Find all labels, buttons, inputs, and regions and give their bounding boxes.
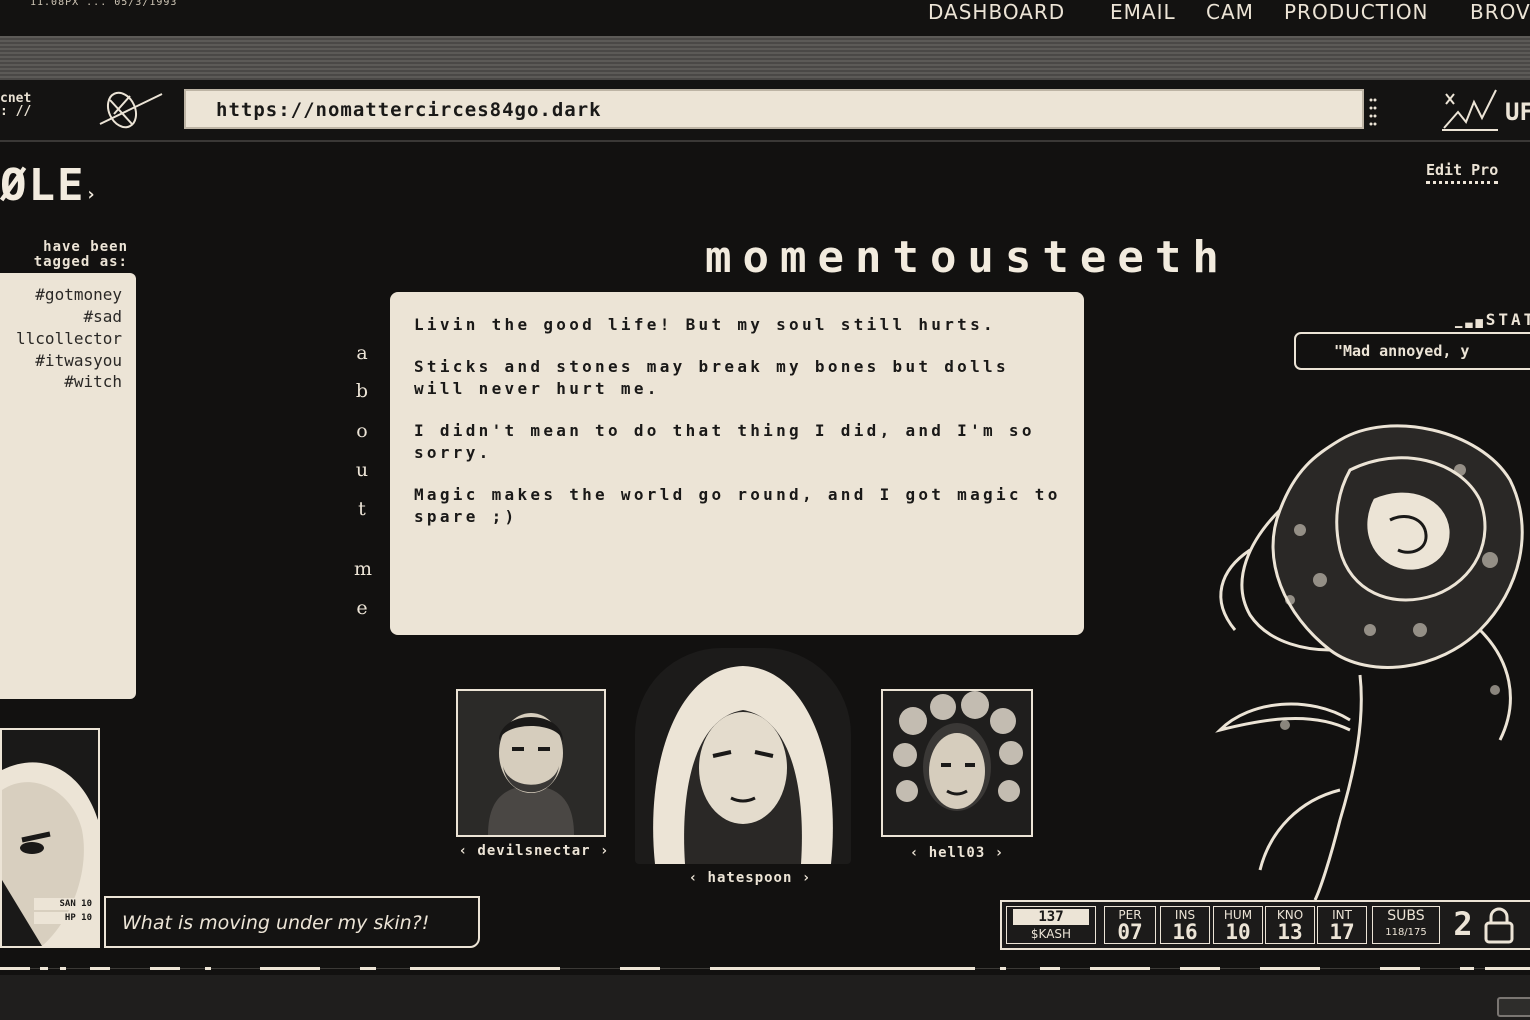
stat-kno: KNO 13 — [1265, 906, 1315, 944]
about-paragraph: I didn't mean to do that thing I did, an… — [414, 421, 1035, 462]
friend-name-label[interactable]: ‹ devilsnectar › — [456, 843, 612, 859]
tag-item[interactable]: #sad — [83, 307, 122, 326]
corner-button[interactable] — [1497, 997, 1530, 1017]
nav-email[interactable]: EMAIL — [1110, 0, 1176, 24]
curly-hair-woman-portrait-icon — [883, 691, 1031, 835]
subs-counter: SUBS 118/175 — [1372, 906, 1440, 944]
man-portrait-icon — [458, 691, 604, 835]
cash-value: 137 — [1013, 909, 1089, 925]
stat-value: 10 — [1225, 920, 1251, 944]
network-label: cnet : // — [0, 92, 31, 118]
bottom-strip — [0, 975, 1530, 1020]
hooded-woman-portrait-icon — [653, 666, 833, 864]
site-logo-suffix: › — [85, 184, 99, 205]
status-bubble: "Mad annoyed, y — [1294, 332, 1530, 370]
scanline-band — [0, 36, 1530, 80]
upload-sketch-icon[interactable] — [1438, 84, 1502, 132]
nav-browser[interactable]: BROV — [1470, 0, 1530, 24]
tag-item[interactable]: llcollector — [16, 329, 122, 348]
about-me-panel: Livin the good life! But my soul still h… — [390, 292, 1084, 635]
status-heading-text: STAT — [1485, 310, 1530, 329]
tagged-heading-line1: have been — [43, 239, 128, 255]
about-label-letter: b — [355, 380, 369, 402]
subs-value: 118/175 — [1385, 927, 1427, 938]
sanity-stat: SAN 10 — [34, 898, 96, 910]
stat-hum: HUM 10 — [1213, 906, 1263, 944]
upload-label[interactable]: UF — [1505, 98, 1530, 126]
subs-label: SUBS — [1387, 908, 1425, 924]
about-label-letter: m — [354, 558, 373, 580]
tagged-heading: have been tagged as: — [0, 240, 128, 270]
nav-cam[interactable]: CAM — [1206, 0, 1254, 24]
site-logo-text: ØLE — [0, 160, 86, 211]
cash-label: $KASH — [1030, 927, 1072, 941]
friend-avatar-hatespoon[interactable] — [635, 648, 851, 864]
about-label-letter: u — [355, 459, 369, 481]
level-value: 2 — [1453, 905, 1473, 943]
rose-illustration — [1215, 424, 1524, 900]
scribble-logo-icon[interactable] — [96, 84, 166, 134]
about-paragraph: Livin the good life! But my soul still h… — [414, 315, 996, 334]
hp-stat: HP 10 — [34, 912, 96, 924]
signal-bars-icon: ▁▃▅ — [1455, 314, 1486, 328]
level-indicator: 2 — [1448, 906, 1478, 944]
dialogue-box: What is moving under my skin?! — [104, 896, 480, 948]
friend-avatar-hell03[interactable] — [881, 689, 1033, 837]
about-label-letter: o — [356, 420, 368, 442]
stat-value: 17 — [1329, 920, 1355, 944]
friend-name-label[interactable]: ‹ hatespoon › — [672, 870, 828, 886]
friend-name-label[interactable]: ‹ hell03 › — [881, 845, 1033, 861]
friend-avatar-devilsnectar[interactable] — [456, 689, 606, 837]
tagged-heading-line2: tagged as: — [33, 254, 128, 270]
edit-profile-link[interactable]: Edit Pro — [1426, 161, 1499, 184]
nav-dashboard[interactable]: DASHBOARD — [928, 0, 1065, 24]
tag-item[interactable]: #witch — [64, 372, 122, 391]
stat-value: 13 — [1277, 920, 1303, 944]
nav-production[interactable]: PRODUCTION — [1284, 0, 1429, 24]
about-label-letter: e — [356, 597, 368, 619]
stat-ins: INS 16 — [1160, 906, 1210, 944]
about-label-letter: t — [358, 498, 366, 520]
lock-icon[interactable] — [1482, 906, 1516, 944]
tag-item[interactable]: #itwasyou — [35, 351, 122, 370]
profile-name: momentousteeth — [705, 232, 1230, 283]
stat-int: INT 17 — [1317, 906, 1367, 944]
site-logo: ØLE› — [0, 160, 98, 211]
tag-panel: #gotmoney #sad llcollector #itwasyou #wi… — [0, 273, 136, 699]
stat-value: 07 — [1117, 920, 1143, 944]
tag-item[interactable]: #gotmoney — [35, 285, 122, 304]
url-address-input[interactable]: https://nomattercirces84go.dark — [184, 89, 1364, 129]
top-status-text: 11.08PX ... 05/3/1993 — [30, 0, 178, 8]
drag-handle-icon[interactable] — [1368, 96, 1378, 126]
stat-value: 16 — [1172, 920, 1198, 944]
about-paragraph: Sticks and stones may break my bones but… — [414, 357, 1009, 398]
status-heading: ▁▃▅STAT — [1455, 310, 1530, 329]
progress-timeline[interactable] — [0, 963, 1530, 975]
about-paragraph: Magic makes the world go round, and I go… — [414, 485, 1061, 526]
about-label-letter: a — [356, 342, 368, 364]
cash-counter: 137 $KASH — [1006, 906, 1096, 944]
network-label-line2: : // — [0, 104, 32, 119]
stat-per: PER 07 — [1104, 906, 1156, 944]
